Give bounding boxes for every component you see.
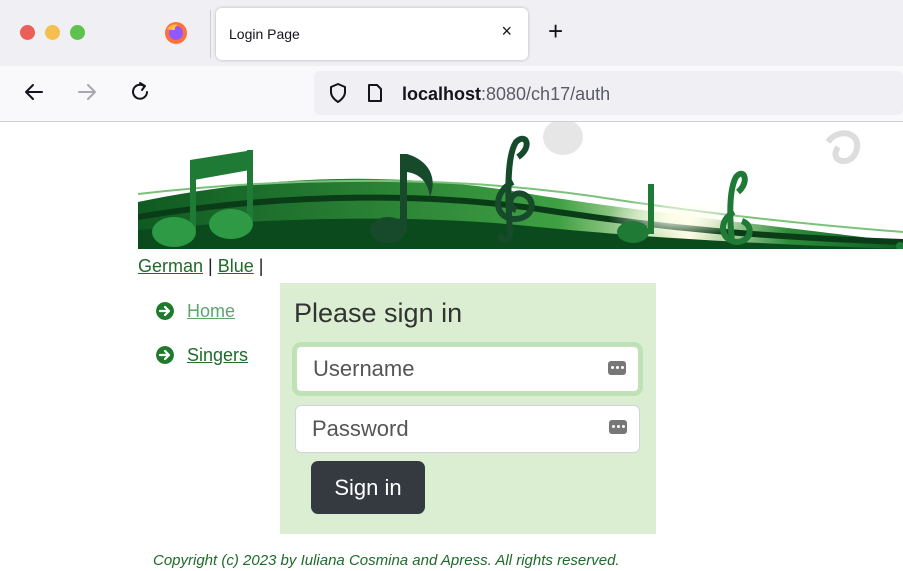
sign-in-button[interactable]: Sign in xyxy=(311,461,425,514)
music-banner-image xyxy=(138,122,903,249)
forward-icon[interactable] xyxy=(75,80,99,104)
link-separator: | xyxy=(258,256,264,276)
sidebar-item-singers[interactable]: Singers xyxy=(156,344,286,368)
language-link-german[interactable]: German xyxy=(138,256,203,276)
tab-separator xyxy=(210,10,211,58)
password-manager-icon[interactable] xyxy=(608,361,626,375)
password-manager-icon[interactable] xyxy=(609,420,627,434)
shield-icon[interactable] xyxy=(328,82,348,104)
username-input[interactable] xyxy=(297,347,613,391)
firefox-icon[interactable] xyxy=(164,21,188,45)
copyright-footer: Copyright (c) 2023 by Iuliana Cosmina an… xyxy=(153,552,620,569)
browser-navbar: localhost:8080/ch17/auth xyxy=(0,66,903,122)
back-icon[interactable] xyxy=(22,80,46,104)
url-text[interactable]: localhost:8080/ch17/auth xyxy=(402,84,610,105)
address-bar[interactable]: localhost:8080/ch17/auth xyxy=(314,71,903,115)
minimize-window-button[interactable] xyxy=(45,25,60,40)
password-input[interactable] xyxy=(296,406,612,452)
maximize-window-button[interactable] xyxy=(70,25,85,40)
link-separator: | xyxy=(208,256,213,276)
theme-link-blue[interactable]: Blue xyxy=(218,256,254,276)
tab-login-page[interactable]: Login Page × xyxy=(216,8,528,60)
tab-title: Login Page xyxy=(229,26,300,42)
page-icon[interactable] xyxy=(366,83,384,103)
password-field[interactable] xyxy=(295,405,640,453)
arrow-circle-icon xyxy=(156,346,174,364)
login-title: Please sign in xyxy=(294,298,463,328)
arrow-circle-icon xyxy=(156,302,174,320)
close-tab-icon[interactable]: × xyxy=(501,21,512,42)
reload-icon[interactable] xyxy=(128,80,152,104)
singers-link[interactable]: Singers xyxy=(187,345,248,366)
login-panel: Please sign in Sign in xyxy=(280,283,656,534)
username-field[interactable] xyxy=(295,345,640,393)
home-link[interactable]: Home xyxy=(187,301,235,322)
new-tab-button[interactable]: + xyxy=(548,16,563,46)
url-path: :8080/ch17/auth xyxy=(481,84,611,104)
browser-tabstrip: Login Page × + xyxy=(0,0,903,66)
close-window-button[interactable] xyxy=(20,25,35,40)
language-links: German | Blue | xyxy=(138,256,263,277)
sidebar-item-home[interactable]: Home xyxy=(156,300,286,324)
url-host: localhost xyxy=(402,84,482,104)
